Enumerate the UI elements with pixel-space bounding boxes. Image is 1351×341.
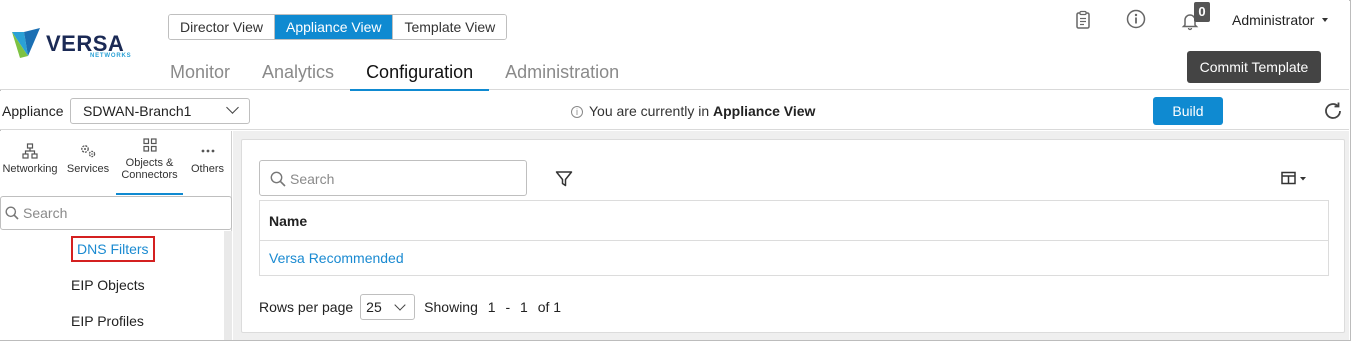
- column-header-name[interactable]: Name: [260, 201, 1328, 241]
- rows-per-page-label: Rows per page: [259, 299, 354, 315]
- left-search-box: [0, 196, 232, 230]
- showing-label: Showing: [424, 299, 478, 315]
- notification-badge: 0: [1194, 2, 1210, 22]
- category-others[interactable]: Others: [183, 131, 232, 195]
- list-item-label: EIP Profiles: [71, 313, 144, 329]
- table-row[interactable]: Versa Recommended: [260, 241, 1328, 276]
- list-item-eip-profiles[interactable]: EIP Profiles: [0, 303, 224, 339]
- main-search-input[interactable]: [290, 169, 520, 189]
- appliance-select-value: SDWAN-Branch1: [83, 103, 192, 119]
- list-item-label: DNS Filters: [71, 236, 155, 262]
- list-item-label: EIP Objects: [71, 277, 145, 293]
- showing-dash: -: [505, 299, 511, 315]
- list-item-dns-filters[interactable]: DNS Filters: [0, 231, 224, 267]
- columns-icon: [1281, 171, 1306, 185]
- column-settings-button[interactable]: [1281, 171, 1307, 190]
- search-icon: [270, 171, 286, 187]
- view-appliance-button[interactable]: Appliance View: [275, 15, 394, 39]
- category-networking[interactable]: Networking: [0, 131, 60, 195]
- user-menu[interactable]: Administrator: [1232, 12, 1329, 28]
- category-objects-connectors[interactable]: Objects & Connectors: [116, 131, 183, 195]
- refresh-icon[interactable]: [1322, 100, 1344, 122]
- top-header: VERSA NETWORKS Director View Appliance V…: [0, 0, 1349, 92]
- category-label-line2: Connectors: [121, 169, 178, 181]
- info-icon: i: [571, 106, 583, 118]
- caret-down-icon: [1322, 18, 1329, 22]
- info-icon[interactable]: [1126, 9, 1146, 29]
- view-director-button[interactable]: Director View: [169, 15, 275, 39]
- showing-from: 1: [487, 299, 496, 315]
- logo-sub: NETWORKS: [90, 53, 132, 59]
- category-label: Networking: [2, 163, 58, 175]
- main-search-box: [259, 160, 527, 196]
- appliance-select[interactable]: SDWAN-Branch1: [70, 98, 250, 124]
- appliance-bar: Appliance SDWAN-Branch1 i You are current…: [0, 91, 1349, 130]
- left-panel: Networking Services Objects & Connectors: [0, 131, 232, 340]
- object-list: DNS Filters EIP Objects EIP Profiles: [0, 231, 224, 339]
- category-label: Objects &: [125, 157, 174, 169]
- tab-administration[interactable]: Administration: [489, 58, 635, 92]
- showing-to: 1: [520, 299, 528, 315]
- view-notice: i You are currently in Appliance View: [571, 103, 815, 119]
- showing-range: Showing 1 - 1 of 1: [424, 299, 567, 315]
- more-dots-icon: [201, 149, 214, 153]
- left-search-input[interactable]: [23, 203, 223, 223]
- services-gears-icon: [81, 145, 96, 158]
- view-switcher: Director View Appliance View Template Vi…: [168, 14, 508, 40]
- category-services[interactable]: Services: [60, 131, 116, 195]
- search-icon: [5, 206, 19, 220]
- clipboard-icon[interactable]: [1073, 10, 1093, 30]
- notice-text: You are currently in: [589, 103, 710, 119]
- main-nav-tabs: Monitor Analytics Configuration Administ…: [154, 58, 635, 92]
- objects-grid-icon: [142, 138, 157, 152]
- chevron-down-icon: [226, 101, 239, 114]
- user-name: Administrator: [1232, 12, 1315, 28]
- tab-monitor[interactable]: Monitor: [154, 58, 246, 92]
- category-label: Others: [190, 163, 224, 175]
- versa-logo-mark-icon: [12, 28, 40, 58]
- notice-view-name: Appliance View: [713, 103, 816, 119]
- row-link-versa-recommended[interactable]: Versa Recommended: [269, 250, 404, 266]
- category-label: Services: [66, 163, 110, 175]
- filter-icon[interactable]: [555, 170, 573, 188]
- build-button[interactable]: Build: [1153, 97, 1223, 125]
- list-item-eip-objects[interactable]: EIP Objects: [0, 267, 224, 303]
- category-tabs: Networking Services Objects & Connectors: [0, 131, 232, 195]
- showing-total: of 1: [537, 299, 562, 315]
- appliance-label: Appliance: [2, 103, 64, 119]
- commit-template-button[interactable]: Commit Template: [1187, 51, 1321, 83]
- tab-analytics[interactable]: Analytics: [246, 58, 350, 92]
- pagination-bar: Rows per page 25 Showing 1 - 1 of 1: [259, 294, 567, 320]
- dns-filters-card: Name Versa Recommended Rows per page 25 …: [241, 139, 1345, 333]
- network-icon: [22, 143, 38, 159]
- view-template-button[interactable]: Template View: [393, 15, 507, 39]
- versa-logo[interactable]: VERSA NETWORKS: [12, 26, 132, 62]
- rows-per-page-select[interactable]: 25: [360, 294, 416, 320]
- left-scrollbar[interactable]: [224, 231, 232, 340]
- rows-per-page-value: 25: [366, 299, 382, 315]
- tab-configuration[interactable]: Configuration: [350, 58, 490, 92]
- chevron-down-icon: [394, 299, 406, 311]
- dns-filters-table: Name Versa Recommended: [259, 200, 1329, 276]
